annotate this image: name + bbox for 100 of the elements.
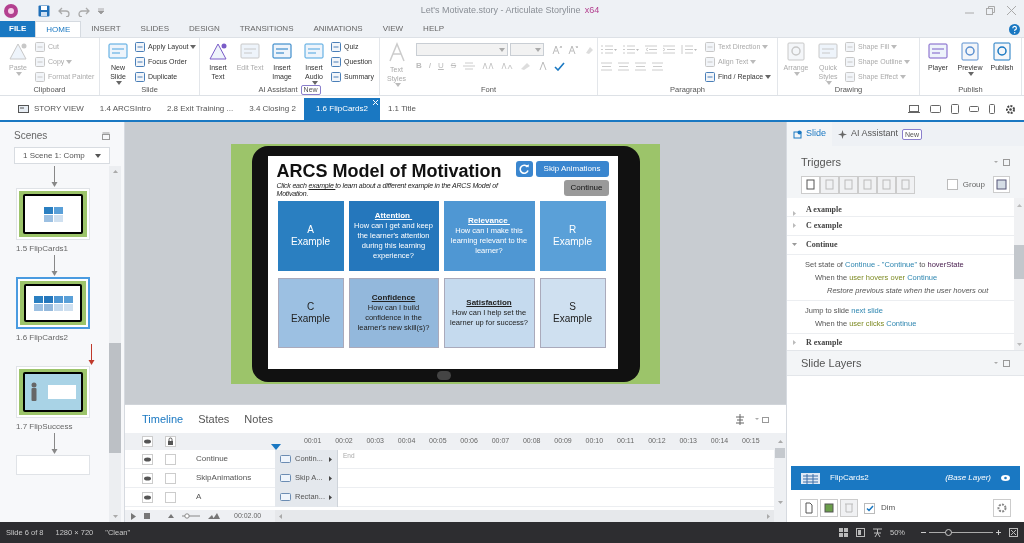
trigger-group[interactable]: Continue: [787, 235, 1014, 255]
fit-timeline-icon[interactable]: [735, 413, 745, 425]
phone-portrait-icon[interactable]: [989, 104, 995, 114]
timeline-tab[interactable]: States: [198, 410, 230, 428]
save-icon[interactable]: [38, 4, 50, 17]
collapse-menu-icon[interactable]: [994, 359, 1010, 367]
replay-icon[interactable]: [515, 161, 533, 177]
font-color-icon[interactable]: [539, 61, 548, 71]
change-case-icon[interactable]: [501, 62, 514, 70]
paste-trigger-icon[interactable]: [858, 175, 877, 194]
tablet-portrait-icon[interactable]: [951, 104, 959, 114]
scrollbar[interactable]: [1014, 197, 1024, 350]
help-icon[interactable]: [1009, 23, 1020, 35]
continue-button[interactable]: Continue: [564, 180, 609, 196]
document-tab[interactable]: 1.4 ARCSIntro: [91, 98, 159, 120]
undock-icon[interactable]: [102, 131, 110, 140]
eye-icon[interactable]: [1001, 475, 1010, 481]
align-center-icon[interactable]: [618, 62, 629, 71]
skip-animations-button[interactable]: Skip Animations: [535, 161, 609, 177]
lock-icon[interactable]: [165, 436, 176, 447]
increase-indent-icon[interactable]: [663, 45, 675, 54]
zoom-slider[interactable]: [929, 528, 993, 537]
strikethrough-icon[interactable]: [463, 62, 476, 70]
panel-tab[interactable]: Slide: [787, 122, 832, 146]
timeline-tab[interactable]: Notes: [244, 410, 274, 428]
ribbon-tab[interactable]: INSERT: [81, 21, 131, 37]
grid-view-icon[interactable]: [839, 528, 848, 537]
eye-icon[interactable]: [142, 436, 153, 447]
collapse-menu-icon[interactable]: [994, 158, 1010, 167]
layer-row[interactable]: FlipCards2 (Base Layer): [791, 466, 1020, 490]
scrollbar-thumb[interactable]: [1014, 244, 1024, 279]
grow-font-icon[interactable]: [552, 44, 562, 55]
document-tab[interactable]: 3.4 Closing 2: [241, 98, 304, 120]
lock-toggle[interactable]: [165, 491, 176, 503]
duplicate-layer-icon[interactable]: [820, 499, 838, 517]
new-layer-icon[interactable]: [800, 499, 818, 517]
undock-icon[interactable]: [755, 415, 769, 423]
timeline-zoom-slider-icon[interactable]: [182, 513, 200, 519]
play-icon[interactable]: [131, 512, 136, 520]
trigger-group[interactable]: C example: [787, 216, 1014, 236]
file-menu-tab[interactable]: FILE: [0, 21, 36, 37]
align-left-icon[interactable]: [601, 62, 612, 71]
ribbon-tab[interactable]: SLIDES: [130, 21, 179, 37]
decrease-indent-icon[interactable]: [645, 45, 657, 54]
lock-toggle[interactable]: [165, 453, 176, 465]
phone-landscape-icon[interactable]: [969, 106, 979, 112]
ribbon-tab[interactable]: ANIMATIONS: [303, 21, 373, 37]
lock-toggle[interactable]: [165, 472, 176, 484]
ribbon-tab[interactable]: TRANSITIONS: [229, 21, 304, 37]
tablet-landscape-icon[interactable]: [930, 105, 941, 113]
spell-check-icon[interactable]: [554, 61, 566, 71]
trigger-group[interactable]: A example: [787, 197, 1014, 217]
eye-icon[interactable]: [142, 472, 153, 484]
ribbon-tab[interactable]: HOME: [35, 21, 82, 37]
bullets-icon[interactable]: [601, 45, 617, 54]
scrollbar-thumb[interactable]: [109, 343, 121, 453]
settings-icon[interactable]: [1005, 103, 1016, 115]
flip-card[interactable]: C Example: [277, 278, 344, 348]
numbering-icon[interactable]: [623, 45, 639, 54]
customize-toolbar-icon[interactable]: [98, 7, 104, 14]
eye-icon[interactable]: [142, 491, 153, 503]
scrollbar[interactable]: [109, 166, 121, 522]
ribbon-tab[interactable]: VIEW: [372, 21, 414, 37]
zoom-in-icon[interactable]: [208, 513, 220, 519]
normal-view-icon[interactable]: [856, 528, 865, 537]
ribbon-tab[interactable]: DESIGN: [179, 21, 230, 37]
group-checkbox[interactable]: [946, 179, 958, 190]
restore-icon[interactable]: [986, 6, 995, 15]
document-tab[interactable]: 1.1 Title: [379, 98, 424, 120]
clear-format-icon[interactable]: [584, 44, 594, 55]
reorder-icon[interactable]: [896, 175, 915, 194]
character-spacing-icon[interactable]: [482, 62, 495, 70]
new-trigger-icon[interactable]: [801, 175, 820, 194]
font-name-field[interactable]: [416, 43, 508, 56]
scene-dropdown[interactable]: 1 Scene 1: Comp: [14, 147, 110, 164]
document-tab[interactable]: STORY VIEW: [10, 98, 92, 120]
app-logo-icon[interactable]: [4, 3, 18, 18]
line-spacing-icon[interactable]: [681, 45, 697, 54]
zoom-in-icon[interactable]: [996, 530, 1001, 535]
playhead-icon[interactable]: [271, 444, 281, 450]
scrollbar-thumb[interactable]: [775, 448, 785, 458]
ribbon-tab[interactable]: HELP: [413, 21, 454, 37]
slider-thumb[interactable]: [945, 529, 953, 536]
slide-thumbnail[interactable]: [16, 277, 90, 329]
copy-trigger-icon[interactable]: [839, 175, 858, 194]
dim-checkbox[interactable]: [864, 502, 875, 514]
align-right-icon[interactable]: [635, 62, 646, 71]
justify-icon[interactable]: [652, 62, 663, 71]
zoom-out-icon[interactable]: [921, 530, 926, 535]
fit-to-window-icon[interactable]: [1009, 528, 1018, 537]
horizontal-scrollbar[interactable]: [275, 510, 774, 522]
flip-card[interactable]: A Example: [277, 201, 344, 271]
highlight-icon[interactable]: [520, 62, 533, 70]
document-tab[interactable]: 2.8 Exit Training ...: [158, 98, 242, 120]
flip-card[interactable]: S Example: [539, 278, 606, 348]
laptop-icon[interactable]: [908, 105, 920, 113]
presenter-view-icon[interactable]: [873, 528, 882, 537]
document-tab[interactable]: 1.6 FlipCards2: [303, 98, 380, 120]
delete-trigger-icon[interactable]: [877, 175, 896, 194]
font-size-field[interactable]: [510, 43, 544, 56]
